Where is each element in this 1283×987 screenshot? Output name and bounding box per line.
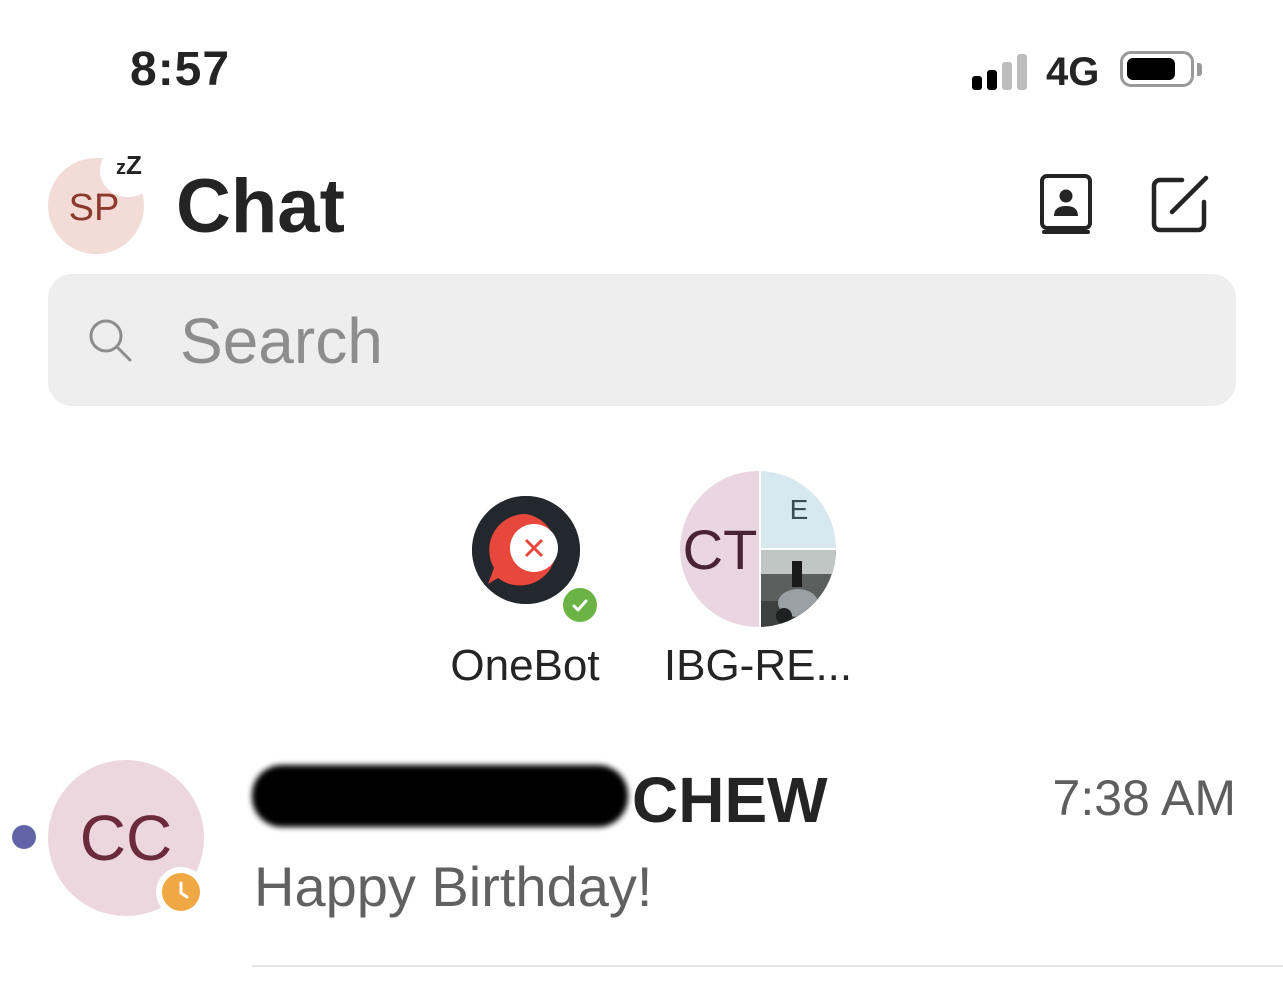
compose-icon: [1151, 175, 1209, 233]
contacts-button[interactable]: [1036, 172, 1096, 236]
row-divider: [252, 965, 1283, 967]
new-chat-button[interactable]: [1148, 170, 1212, 236]
pinned-label-onebot[interactable]: OneBot: [430, 640, 620, 692]
pinned-label-group[interactable]: IBG-RE...: [648, 640, 868, 692]
network-type: 4G: [1046, 50, 1100, 94]
available-status-icon: [560, 585, 600, 625]
unread-indicator: [12, 825, 36, 849]
search-input[interactable]: [180, 306, 1180, 376]
page-title: Chat: [176, 164, 345, 249]
status-time: 8:57: [130, 43, 231, 96]
clock-icon: [162, 873, 200, 911]
my-avatar-initials: SP: [68, 186, 120, 229]
sleep-icon: zZ: [116, 150, 142, 180]
contacts-book-icon: [1040, 174, 1092, 234]
battery-icon: [1120, 51, 1194, 87]
chat-timestamp: 7:38 AM: [1052, 770, 1236, 826]
chat-avatar-initials: CC: [79, 802, 173, 874]
group-avatar-secondary-initial: E: [789, 494, 809, 525]
chat-preview[interactable]: Happy Birthday!: [254, 852, 652, 922]
chat-name[interactable]: CHEW: [632, 762, 828, 838]
search-icon: [86, 316, 134, 364]
battery-tip: [1197, 63, 1202, 76]
group-avatar-initials: CT: [682, 518, 758, 581]
redacted-name: [252, 765, 628, 827]
cellular-signal-icon: [972, 54, 1032, 90]
